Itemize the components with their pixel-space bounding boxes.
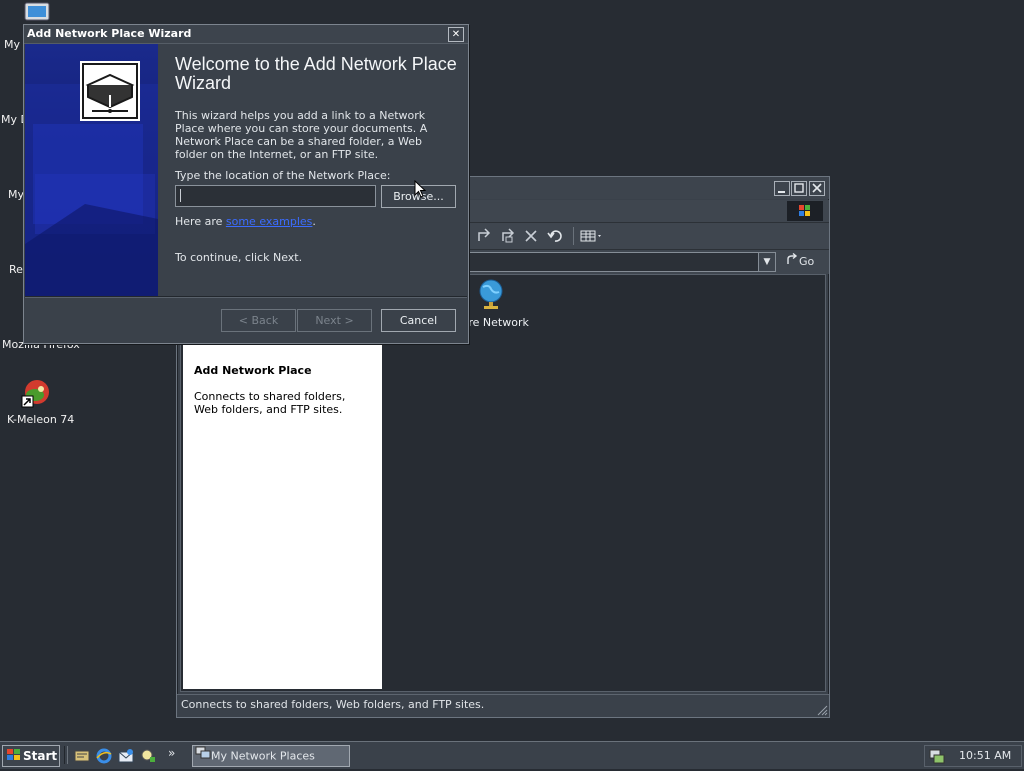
- wizard-sidebar-graphic: [25, 44, 158, 296]
- taskbar-button-my-network-places[interactable]: My Network Places: [192, 745, 350, 767]
- start-label: Start: [23, 749, 58, 763]
- wizard-titlebar[interactable]: Add Network Place Wizard ✕: [24, 25, 468, 44]
- system-tray: 10:51 AM: [924, 745, 1022, 767]
- messenger-icon[interactable]: [140, 748, 156, 764]
- maximize-button[interactable]: [791, 181, 807, 196]
- start-windows-icon: [7, 747, 23, 767]
- minimize-button[interactable]: [774, 181, 790, 196]
- cancel-button[interactable]: Cancel: [381, 309, 456, 332]
- examples-line: Here are some examples.: [175, 215, 316, 228]
- go-arrow-icon: [785, 252, 799, 272]
- mouse-cursor-icon: [414, 179, 427, 201]
- move-to-icon[interactable]: [475, 227, 495, 245]
- location-label: Type the location of the Network Place:: [175, 169, 391, 182]
- status-bar: Connects to shared folders, Web folders,…: [177, 694, 829, 717]
- entire-network-item[interactable]: tire Network: [461, 278, 551, 330]
- text-caret: [180, 189, 181, 202]
- examples-prefix: Here are: [175, 215, 226, 228]
- show-desktop-icon[interactable]: [74, 748, 90, 764]
- location-input[interactable]: [175, 185, 376, 207]
- network-places-icon: [195, 746, 211, 767]
- desktop-label-my-computer: My: [4, 38, 21, 51]
- go-button[interactable]: Go: [781, 252, 825, 272]
- taskbar: Start » My Network Places 10:51 AM: [0, 741, 1024, 769]
- undo-icon[interactable]: [545, 227, 565, 245]
- copy-to-icon[interactable]: [499, 227, 519, 245]
- back-button[interactable]: < Back: [221, 309, 296, 332]
- continue-instruction: To continue, click Next.: [175, 251, 303, 264]
- desktop-label-recycle-bin: Re: [9, 263, 23, 276]
- examples-suffix: .: [312, 215, 316, 228]
- some-examples-link[interactable]: some examples: [226, 215, 313, 228]
- views-icon[interactable]: [579, 227, 605, 245]
- start-button[interactable]: Start: [2, 745, 60, 767]
- outlook-express-icon[interactable]: [118, 748, 134, 764]
- go-label: Go: [799, 255, 815, 268]
- task-pane-description: Connects to shared folders, Web folders,…: [194, 390, 346, 416]
- delete-icon[interactable]: [521, 227, 541, 245]
- desktop-label-my-network: My: [8, 188, 25, 201]
- network-drive-icon: [80, 61, 140, 121]
- wizard-heading: Welcome to the Add Network Place Wizard: [175, 54, 457, 93]
- task-pane: Add Network Place Connects to shared fol…: [183, 345, 382, 689]
- my-computer-icon[interactable]: [24, 2, 50, 22]
- wizard-footer-divider: [25, 296, 467, 298]
- address-dropdown-arrow-icon[interactable]: ▼: [758, 253, 775, 271]
- wizard-close-button[interactable]: ✕: [448, 27, 464, 42]
- quicklaunch-chevron[interactable]: »: [168, 746, 175, 760]
- task-pane-title: Add Network Place: [194, 364, 312, 377]
- desktop-label-k-meleon: K-Meleon 74: [7, 413, 75, 426]
- windows-logo-icon: [787, 201, 823, 221]
- taskbar-separator: [64, 746, 68, 764]
- entire-network-label: tire Network: [461, 316, 529, 329]
- close-icon: ✕: [451, 29, 461, 40]
- internet-explorer-icon[interactable]: [96, 748, 112, 764]
- next-button[interactable]: Next >: [297, 309, 372, 332]
- taskbar-task-label: My Network Places: [211, 749, 315, 763]
- wizard-title: Add Network Place Wizard: [27, 27, 192, 40]
- add-network-place-wizard: Add Network Place Wizard ✕ Welcome to th…: [23, 24, 469, 344]
- resize-grip-icon[interactable]: [816, 704, 828, 716]
- wizard-intro: This wizard helps you add a link to a Ne…: [175, 109, 428, 161]
- k-meleon-icon[interactable]: [20, 378, 52, 410]
- globe-icon: [477, 278, 505, 313]
- clock[interactable]: 10:51 AM: [959, 746, 1011, 766]
- wizard-body: Welcome to the Add Network Place Wizard …: [175, 54, 459, 162]
- toolbar-separator: [573, 227, 574, 245]
- close-button[interactable]: [809, 181, 825, 196]
